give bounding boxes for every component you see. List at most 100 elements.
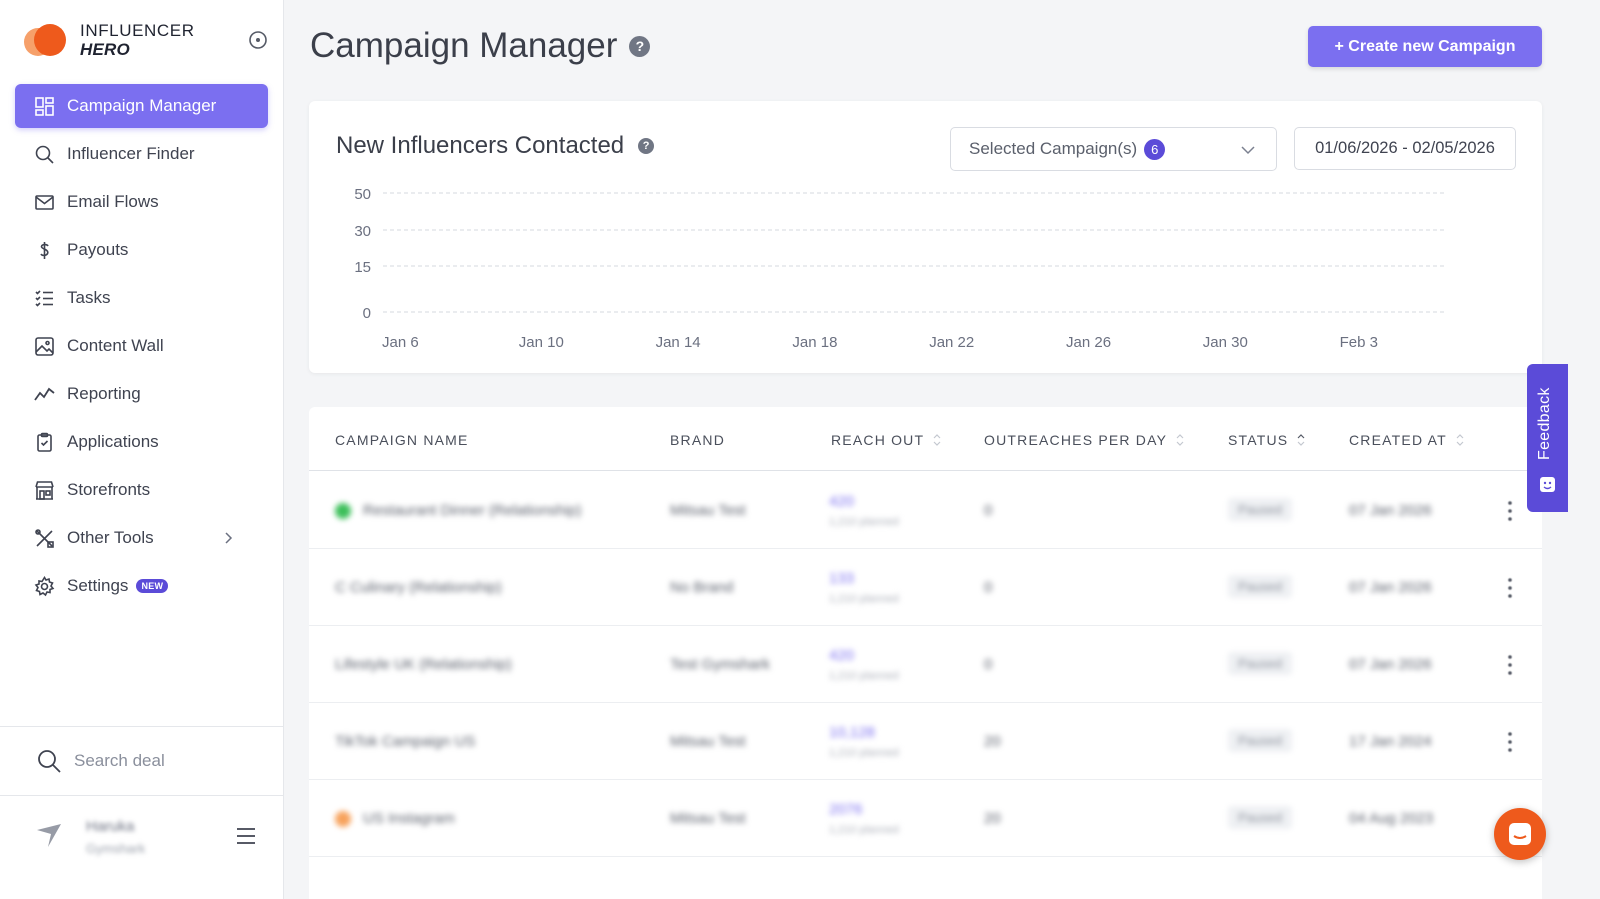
table-header: CAMPAIGN NAME BRAND REACH OUT OUTREACHES…: [309, 407, 1542, 471]
chevron-right-icon: [225, 532, 233, 544]
per-day-cell: 20: [984, 733, 1001, 750]
feedback-icon: [1540, 477, 1555, 492]
sidebar-item-label: Storefronts: [67, 480, 151, 499]
sidebar-item-label: Reporting: [67, 384, 141, 403]
brand-cell: No Brand: [670, 579, 734, 596]
y-tick-label: 15: [354, 259, 371, 276]
reach-value: 2076: [829, 801, 863, 818]
grid-icon: [35, 96, 54, 116]
new-badge: NEW: [136, 579, 169, 593]
row-menu-icon[interactable]: [1505, 577, 1515, 599]
reach-sub: 1,210 planned: [829, 747, 899, 759]
x-tick-label: Feb 3: [1340, 334, 1378, 351]
workspace-switch-icon[interactable]: [248, 30, 268, 50]
table-row[interactable]: US Instagram Mitsau Test 2076 1,210 plann…: [309, 780, 1542, 857]
campaign-name: US Instagram: [363, 810, 455, 827]
feedback-tab[interactable]: Feedback: [1527, 364, 1568, 512]
per-day-cell: 0: [984, 579, 993, 596]
campaign-name-cell: Restaurant Dinner (Relationship): [335, 502, 582, 520]
sidebar-item-label: Payouts: [67, 240, 129, 259]
status-badge: Paused: [1228, 806, 1293, 829]
avatar[interactable]: [34, 820, 64, 850]
sidebar-item-label: Tasks: [67, 288, 111, 307]
column-header-status[interactable]: STATUS: [1228, 432, 1306, 448]
x-tick-label: Jan 14: [656, 334, 701, 351]
status-dot: [335, 811, 351, 828]
brand-line-1: INFLUENCER: [80, 21, 195, 40]
sidebar-item-campaign-manager[interactable]: Campaign Manager: [15, 84, 268, 128]
sidebar-item-influencer-finder[interactable]: Influencer Finder: [15, 132, 268, 176]
x-tick-label: Jan 26: [1066, 334, 1111, 351]
sidebar-item-payouts[interactable]: Payouts: [15, 228, 268, 272]
created-at-cell: 17 Jan 2024: [1349, 733, 1432, 750]
column-header-created-at[interactable]: CREATED AT: [1349, 432, 1465, 448]
table-row[interactable]: C Culinary (Relationship) No Brand 133 1,…: [309, 549, 1542, 626]
campaign-name-cell: C Culinary (Relationship): [335, 579, 502, 596]
reach-sub: 1,210 planned: [829, 516, 899, 528]
sidebar-item-email-flows[interactable]: Email Flows: [15, 180, 268, 224]
sidebar-item-settings[interactable]: Settings NEW: [15, 564, 268, 608]
search-icon: [35, 145, 54, 164]
sidebar-item-tasks[interactable]: Tasks: [15, 276, 268, 320]
created-at-cell: 07 Jan 2026: [1349, 502, 1432, 519]
campaign-name: Restaurant Dinner (Relationship): [363, 502, 582, 519]
reach-out-cell: 10,128 1,210 planned: [829, 723, 899, 763]
reach-out-cell: 420 1,210 planned: [829, 646, 899, 686]
sidebar-item-other-tools[interactable]: Other Tools: [15, 516, 268, 560]
column-header-campaign-name[interactable]: CAMPAIGN NAME: [335, 432, 469, 448]
page-title-text: Campaign Manager: [310, 26, 618, 65]
trend-icon: [34, 387, 55, 401]
campaign-name-cell: Lifestyle UK (Relationship): [335, 656, 512, 673]
y-tick-label: 30: [354, 223, 371, 240]
column-header-reach-out[interactable]: REACH OUT: [831, 432, 942, 448]
brand-logo[interactable]: INFLUENCER HERO: [22, 20, 195, 60]
user-name: Haruka: [86, 818, 135, 835]
hamburger-menu-icon[interactable]: [236, 826, 256, 846]
column-header-brand[interactable]: BRAND: [670, 432, 725, 448]
search-deal-input[interactable]: [74, 751, 254, 771]
reach-value: 420: [829, 647, 855, 664]
status-badge: Paused: [1228, 498, 1293, 521]
search-icon: [38, 750, 61, 773]
dollar-icon: [40, 241, 49, 259]
campaign-name-cell: US Instagram: [335, 810, 455, 828]
x-tick-label: Jan 22: [929, 334, 974, 351]
row-menu-icon[interactable]: [1505, 731, 1515, 753]
column-label: STATUS: [1228, 432, 1289, 448]
brand-cell: Test Gymshark: [670, 656, 771, 673]
sort-icon: [1176, 434, 1184, 446]
per-day-cell: 0: [984, 502, 993, 519]
reach-sub: 1,210 planned: [829, 593, 899, 605]
created-at-cell: 04 Aug 2023: [1349, 810, 1434, 827]
clipboard-icon: [37, 432, 52, 452]
user-info: Haruka Gymshark: [86, 816, 145, 860]
gear-icon: [34, 575, 55, 596]
user-panel: Haruka Gymshark: [0, 796, 284, 899]
row-menu-icon[interactable]: [1505, 654, 1515, 676]
campaign-name-cell: TikTok Campaign US: [335, 733, 475, 750]
created-at-cell: 07 Jan 2026: [1349, 656, 1432, 673]
row-menu-icon[interactable]: [1505, 500, 1515, 522]
sort-icon: [933, 434, 941, 446]
status-badge: Paused: [1228, 575, 1293, 598]
status-badge: Paused: [1228, 729, 1293, 752]
column-label: CAMPAIGN NAME: [335, 432, 469, 448]
help-icon[interactable]: ?: [629, 35, 651, 57]
chat-launcher-button[interactable]: [1494, 808, 1546, 860]
store-icon: [35, 480, 54, 500]
table-row[interactable]: Lifestyle UK (Relationship) Test Gymshar…: [309, 626, 1542, 703]
sidebar-item-content-wall[interactable]: Content Wall: [15, 324, 268, 368]
sidebar-item-label: Other Tools: [67, 528, 154, 547]
created-at-cell: 07 Jan 2026: [1349, 579, 1432, 596]
column-header-outreaches-per-day[interactable]: OUTREACHES PER DAY: [984, 432, 1185, 448]
sidebar-item-applications[interactable]: Applications: [15, 420, 268, 464]
per-day-cell: 20: [984, 810, 1001, 827]
brand-cell: Mitsau Test: [670, 733, 746, 750]
table-row[interactable]: TikTok Campaign US Mitsau Test 10,128 1,2…: [309, 703, 1542, 780]
sidebar-item-label: Content Wall: [67, 336, 164, 355]
sidebar-item-storefronts[interactable]: Storefronts: [15, 468, 268, 512]
sidebar-item-reporting[interactable]: Reporting: [15, 372, 268, 416]
sidebar-item-label: Email Flows: [67, 192, 159, 211]
create-campaign-button[interactable]: + Create new Campaign: [1308, 26, 1542, 67]
table-row[interactable]: Restaurant Dinner (Relationship) Mitsau …: [309, 472, 1542, 549]
